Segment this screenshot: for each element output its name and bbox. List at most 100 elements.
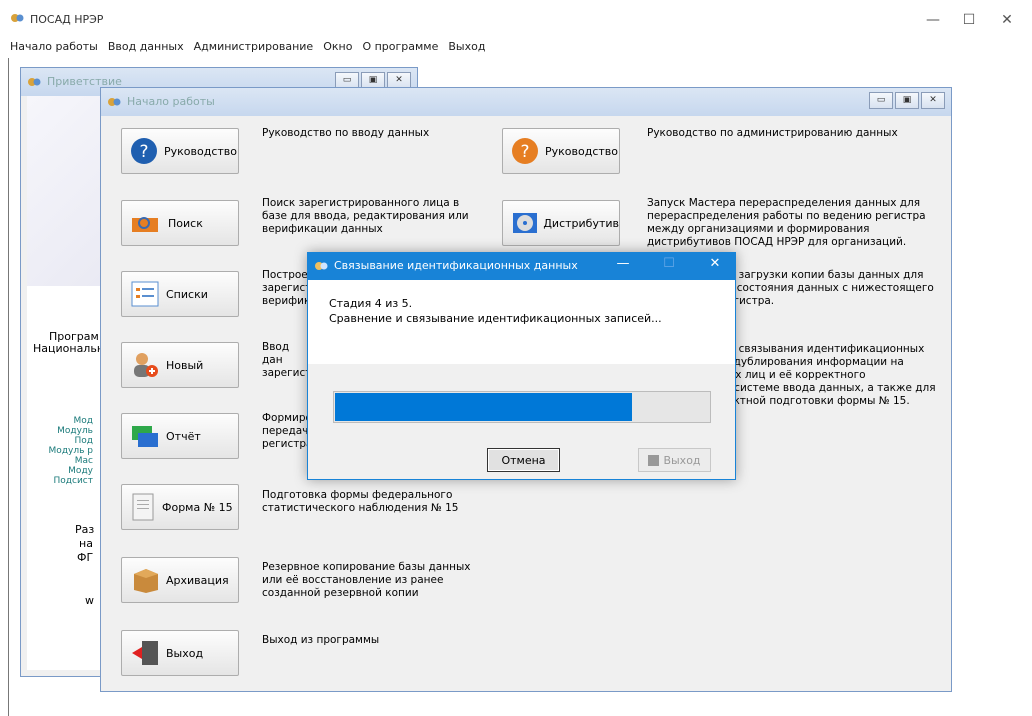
dialog-title: Связывание идентификационных данных — [334, 259, 578, 272]
start-title: Начало работы — [127, 95, 215, 108]
greeting-module: Моду — [68, 466, 93, 476]
exit-button[interactable]: Выход — [121, 630, 239, 676]
desc-line: ы связывания идентификационных — [727, 343, 925, 355]
app-icon — [11, 14, 24, 22]
menu-start[interactable]: Начало работы — [10, 38, 98, 53]
progress-bar — [333, 391, 711, 423]
maximize-button: ☐ — [663, 256, 675, 271]
window-title: ПОСАД НРЭР — [30, 13, 104, 26]
button-label: Дистрибутив — [543, 216, 619, 230]
greeting-module: Модуль — [57, 426, 93, 436]
greeting-module: Подсист — [53, 476, 94, 486]
form15-desc: Подготовка формы федерального статистиче… — [262, 489, 459, 514]
start-title-bar: Начало работы ▭ ▣ ✕ — [101, 88, 951, 116]
button-label: Отчёт — [166, 429, 201, 443]
admin-guide-desc: Руководство по администрированию данных — [647, 127, 898, 139]
button-label: Списки — [166, 287, 208, 301]
button-label: Выход — [663, 453, 701, 467]
distributive-button[interactable]: Дистрибутив — [502, 200, 620, 246]
exit-dialog-button: Выход — [638, 448, 711, 472]
greeting-line: Национальн — [33, 342, 105, 355]
list-icon — [131, 281, 159, 307]
report-button[interactable]: Отчёт — [121, 413, 239, 459]
desc-line: дсистеме ввода данных, а также для — [727, 382, 936, 394]
app-icon — [28, 78, 41, 86]
app-icon — [315, 262, 328, 270]
main-title-bar: ПОСАД НРЭР — ☐ ✕ — [0, 0, 1032, 38]
greeting-line: w — [85, 594, 94, 607]
exit-door-icon — [132, 641, 158, 665]
greeting-line: ФГ — [77, 551, 94, 564]
button-label: Руководство — [164, 144, 238, 158]
search-desc: Поиск зарегистрированного лица в базе дл… — [262, 197, 469, 235]
stage-text: Стадия 4 из 5. — [329, 297, 413, 310]
help-icon: ? — [512, 138, 538, 164]
import-desc: ы загрузки копии базы данных для о состоя… — [727, 269, 942, 308]
menu-admin[interactable]: Администрирование — [194, 38, 314, 53]
lists-button[interactable]: Списки — [121, 271, 239, 317]
maximize-button[interactable]: ▣ — [895, 92, 919, 109]
disc-icon — [513, 213, 538, 233]
minimize-button[interactable]: — — [608, 256, 638, 271]
button-label: Руководство — [545, 144, 619, 158]
progress-fill — [335, 393, 633, 421]
archive-desc: Резервное копирование базы данных или её… — [262, 561, 471, 599]
dialog-title-bar: Связывание идентификационных данных — ☐ … — [308, 253, 735, 280]
dialog-message-area: Стадия 4 из 5. Сравнение и связывание ид… — [308, 280, 735, 364]
add-user-icon — [134, 353, 158, 377]
greeting-module: Под — [74, 436, 94, 446]
guide-desc: Руководство по вводу данных — [262, 127, 430, 139]
guide-button[interactable]: ? Руководство — [121, 128, 239, 174]
greeting-module: Мод — [73, 416, 94, 426]
search-icon — [132, 217, 158, 232]
button-label: Архивация — [166, 573, 229, 587]
folder-icon — [132, 426, 158, 447]
greeting-line: Раз — [75, 523, 95, 536]
desc-line: , дублирования информации на — [727, 356, 904, 368]
minimize-button[interactable]: ▭ — [869, 92, 893, 109]
new-button[interactable]: Новый — [121, 342, 239, 388]
linking-dialog: Связывание идентификационных данных — ☐ … — [307, 252, 736, 480]
document-icon — [132, 493, 154, 521]
new-desc: Ввод дан зарегистр — [262, 341, 310, 379]
svg-text:?: ? — [520, 142, 529, 162]
search-button[interactable]: Поиск — [121, 200, 239, 246]
cancel-button[interactable]: Отмена — [487, 448, 560, 472]
menu-input[interactable]: Ввод данных — [108, 38, 184, 53]
button-label: Выход — [166, 646, 204, 660]
report-desc: Формиров передачи регистра — [262, 412, 310, 450]
desc-line: ы загрузки копии базы данных для — [727, 269, 924, 281]
status-text: Сравнение и связывание идентификационных… — [329, 312, 662, 325]
desc-line: ых лиц и её корректного — [727, 369, 866, 381]
admin-guide-button[interactable]: ? Руководство — [502, 128, 620, 174]
button-label: Новый — [166, 358, 204, 372]
close-button[interactable]: ✕ — [921, 92, 945, 109]
menu-about[interactable]: О программе — [362, 38, 438, 53]
exit-desc: Выход из программы — [262, 634, 380, 646]
button-label: Форма № 15 — [162, 500, 233, 514]
menu-exit[interactable]: Выход — [448, 38, 485, 53]
help-icon: ? — [131, 138, 157, 164]
desc-line: егистра. — [727, 295, 775, 307]
greeting-module: Модуль р — [48, 446, 93, 456]
desc-line: о состояния данных с нижестоящего — [727, 282, 934, 294]
lists-desc: Построен зарегистр верифика — [262, 269, 310, 307]
box-icon — [134, 569, 158, 593]
close-button[interactable]: ✕ — [700, 256, 730, 271]
svg-text:?: ? — [139, 142, 148, 162]
menu-bar: Начало работы Ввод данных Администрировани… — [0, 38, 1032, 58]
menu-window[interactable]: Окно — [323, 38, 352, 53]
minimize-button[interactable]: — — [918, 8, 948, 32]
greeting-line: на — [79, 537, 93, 550]
button-label: Поиск — [168, 216, 203, 230]
form15-button[interactable]: Форма № 15 — [121, 484, 239, 530]
app-icon — [108, 98, 121, 106]
archive-button[interactable]: Архивация — [121, 557, 239, 603]
distributive-desc: Запуск Мастера перераспределения данных … — [647, 197, 926, 248]
stop-icon — [648, 454, 660, 466]
linking-desc: ы связывания идентификационных, дублиров… — [727, 343, 942, 408]
greeting-module: Мас — [74, 456, 93, 466]
desc-line: ектной подготовки формы № 15. — [727, 395, 910, 407]
maximize-button[interactable]: ☐ — [954, 8, 984, 32]
close-button[interactable]: ✕ — [992, 8, 1022, 32]
